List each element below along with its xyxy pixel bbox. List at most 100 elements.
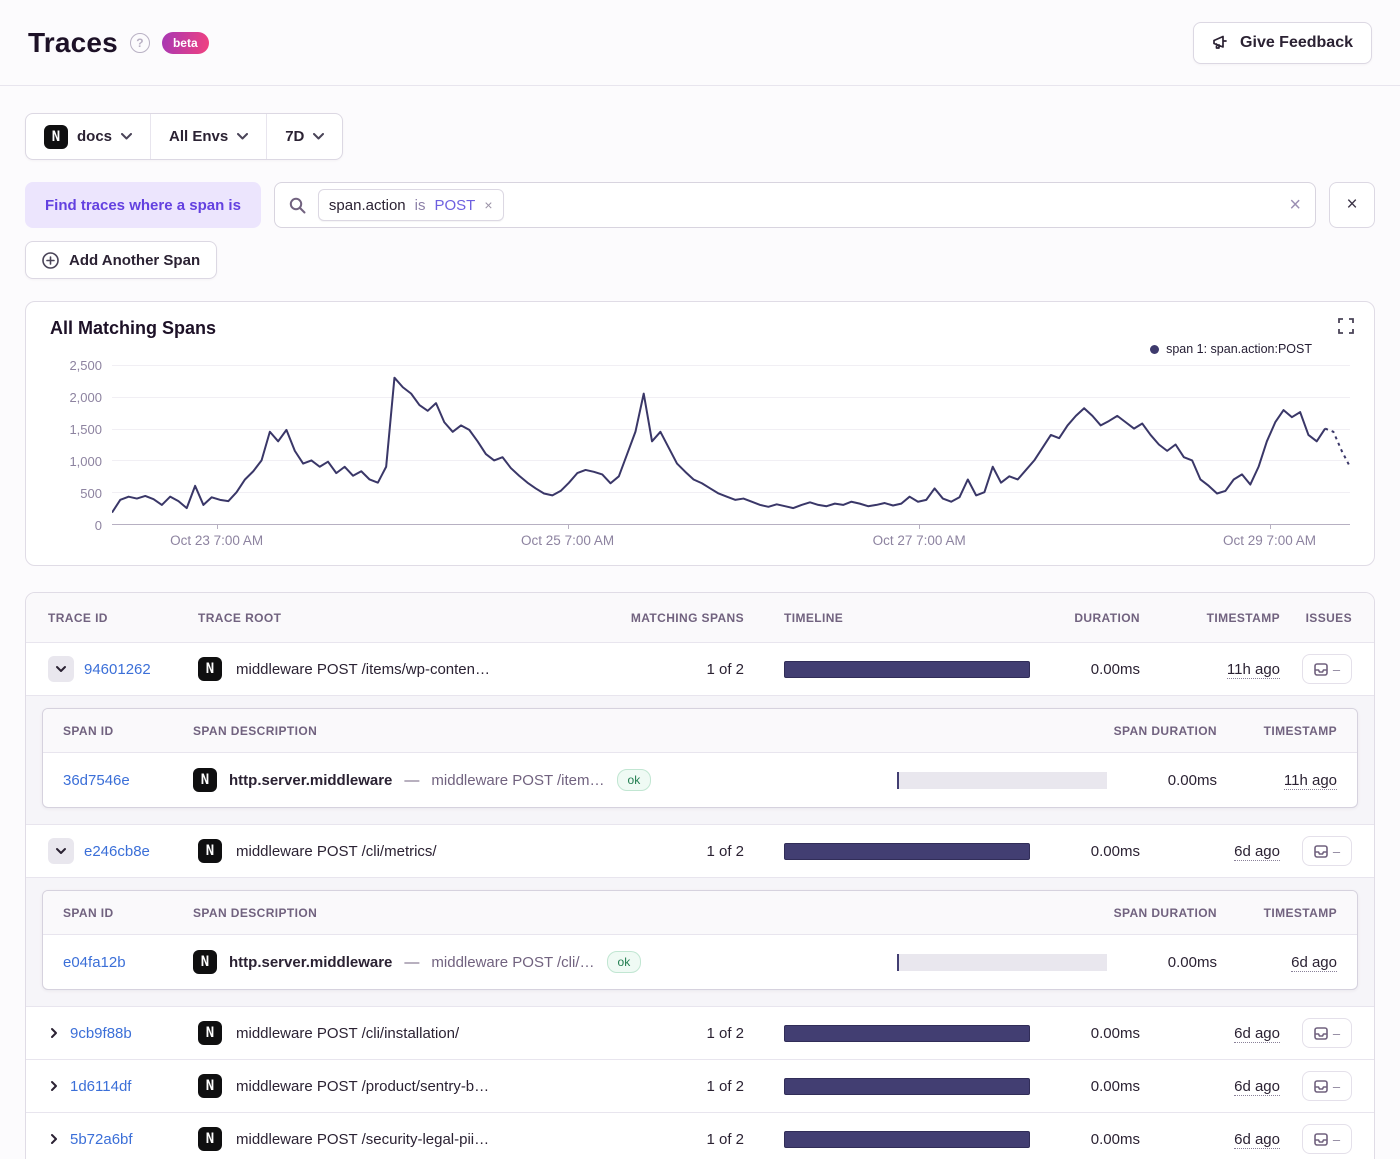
timeline-bar[interactable] — [784, 843, 1030, 860]
timestamp-value[interactable]: 6d ago — [1234, 1025, 1280, 1043]
col-issues: ISSUES — [1280, 611, 1352, 625]
timestamp-value[interactable]: 6d ago — [1234, 1131, 1280, 1149]
span-status-badge: ok — [617, 769, 652, 791]
chart-plot-area[interactable] — [112, 365, 1350, 525]
nextjs-icon: N — [198, 1074, 222, 1098]
expand-row-button[interactable] — [48, 1027, 60, 1039]
add-another-span-label: Add Another Span — [69, 252, 200, 269]
duration-value: 0.00ms — [1030, 1025, 1140, 1042]
trace-id-link[interactable]: 1d6114df — [70, 1078, 131, 1095]
issues-button[interactable]: – — [1302, 654, 1352, 684]
close-filter-row-button[interactable]: × — [1329, 182, 1375, 228]
matching-spans-count: 1 of 2 — [624, 1078, 744, 1095]
col-span-id: SPAN ID — [63, 906, 193, 920]
chevron-right-icon — [48, 1080, 60, 1092]
date-range-filter-label: 7D — [285, 128, 304, 145]
add-another-span-button[interactable]: Add Another Span — [25, 241, 217, 279]
environment-filter[interactable]: All Envs — [150, 114, 266, 159]
all-matching-spans-chart: All Matching Spans span 1: span.action:P… — [25, 301, 1375, 566]
trace-id-link[interactable]: 9cb9f88b — [70, 1025, 132, 1042]
table-header-row: TRACE ID TRACE ROOT MATCHING SPANS TIMEL… — [26, 593, 1374, 643]
issues-button[interactable]: – — [1302, 836, 1352, 866]
span-timestamp-value[interactable]: 6d ago — [1291, 954, 1337, 972]
span-id-link[interactable]: 36d7546e — [63, 772, 193, 789]
clear-search-icon[interactable]: × — [1289, 194, 1301, 217]
col-timestamp: TIMESTAMP — [1140, 611, 1280, 625]
timeline-bar[interactable] — [784, 1131, 1030, 1148]
timeline-bar[interactable] — [784, 661, 1030, 678]
matching-spans-count: 1 of 2 — [624, 661, 744, 678]
timeline-bar[interactable] — [784, 1025, 1030, 1042]
megaphone-icon — [1212, 34, 1231, 51]
span-timestamp-value[interactable]: 11h ago — [1284, 772, 1337, 790]
expand-row-button[interactable] — [48, 1080, 60, 1092]
timestamp-value[interactable]: 11h ago — [1227, 661, 1280, 679]
chevron-down-icon — [237, 133, 248, 140]
timestamp-value[interactable]: 6d ago — [1234, 1078, 1280, 1096]
nextjs-icon: N — [198, 839, 222, 863]
table-row: 1d6114df N middleware POST /product/sent… — [26, 1060, 1374, 1113]
collapse-row-button[interactable] — [48, 838, 74, 864]
project-filter-label: docs — [77, 128, 112, 145]
trend-line — [112, 365, 1350, 524]
span-op-label: http.server.middleware — [229, 954, 392, 971]
give-feedback-button[interactable]: Give Feedback — [1193, 22, 1372, 64]
nextjs-icon: N — [198, 1021, 222, 1045]
issues-button[interactable]: – — [1302, 1018, 1352, 1048]
filter-bar: N docs All Envs 7D — [25, 113, 343, 160]
trace-root-label: middleware POST /cli/metrics/ — [236, 843, 437, 860]
duration-value: 0.00ms — [1030, 843, 1140, 860]
span-duration-value: 0.00ms — [1107, 772, 1217, 789]
chart-title: All Matching Spans — [50, 318, 1350, 339]
span-id-link[interactable]: e04fa12b — [63, 954, 193, 971]
table-row: e246cb8e N middleware POST /cli/metrics/… — [26, 825, 1374, 878]
chart-legend: span 1: span.action:POST — [1150, 342, 1312, 356]
nextjs-icon: N — [44, 125, 68, 149]
legend-label: span 1: span.action:POST — [1166, 342, 1312, 356]
col-timeline: TIMELINE — [744, 611, 1030, 625]
chevron-down-icon — [55, 663, 67, 675]
span-search-input[interactable]: span.action is POST × × — [274, 182, 1316, 228]
expand-chart-icon[interactable] — [1338, 318, 1354, 334]
col-span-timestamp: TIMESTAMP — [1217, 906, 1337, 920]
trace-root-label: middleware POST /items/wp-conten… — [236, 661, 490, 678]
x-axis-labels: Oct 23 7:00 AM Oct 25 7:00 AM Oct 27 7:0… — [112, 525, 1350, 555]
duration-value: 0.00ms — [1030, 1078, 1140, 1095]
trace-root-label: middleware POST /product/sentry-b… — [236, 1078, 489, 1095]
trace-id-link[interactable]: 5b72a6bf — [70, 1131, 133, 1148]
filter-token[interactable]: span.action is POST × — [318, 189, 504, 221]
span-duration-tick — [897, 772, 899, 789]
col-span-description: SPAN DESCRIPTION — [193, 906, 857, 920]
issues-button[interactable]: – — [1302, 1071, 1352, 1101]
timestamp-value[interactable]: 6d ago — [1234, 843, 1280, 861]
trace-root-label: middleware POST /security-legal-pii… — [236, 1131, 489, 1148]
token-key: span.action — [329, 197, 406, 214]
trace-id-link[interactable]: e246cb8e — [84, 843, 150, 860]
project-filter[interactable]: N docs — [26, 114, 150, 159]
date-range-filter[interactable]: 7D — [266, 114, 342, 159]
timeline-bar[interactable] — [784, 1078, 1030, 1095]
table-row: 5b72a6bf N middleware POST /security-leg… — [26, 1113, 1374, 1159]
span-duration-tick — [897, 954, 899, 971]
duration-value: 0.00ms — [1030, 1131, 1140, 1148]
span-timeline-bar[interactable] — [897, 772, 1107, 789]
help-icon[interactable]: ? — [130, 33, 150, 53]
give-feedback-label: Give Feedback — [1240, 34, 1353, 52]
token-value: POST — [435, 197, 476, 214]
span-description-label: middleware POST /item… — [431, 772, 604, 789]
span-header-row: SPAN ID SPAN DESCRIPTION SPAN DURATION T… — [43, 891, 1357, 935]
expand-row-button[interactable] — [48, 1133, 60, 1145]
trace-id-link[interactable]: 94601262 — [84, 661, 151, 678]
environment-filter-label: All Envs — [169, 128, 228, 145]
span-timeline-bar[interactable] — [897, 954, 1107, 971]
chevron-right-icon — [48, 1133, 60, 1145]
span-op-label: http.server.middleware — [229, 772, 392, 789]
traces-table: TRACE ID TRACE ROOT MATCHING SPANS TIMEL… — [25, 592, 1375, 1159]
issues-button[interactable]: – — [1302, 1124, 1352, 1154]
app-header: Traces ? beta Give Feedback — [0, 0, 1400, 86]
nextjs-icon: N — [193, 950, 217, 974]
collapse-row-button[interactable] — [48, 656, 74, 682]
col-matching-spans: MATCHING SPANS — [624, 611, 744, 625]
token-remove-icon[interactable]: × — [484, 198, 492, 212]
nextjs-icon: N — [193, 768, 217, 792]
